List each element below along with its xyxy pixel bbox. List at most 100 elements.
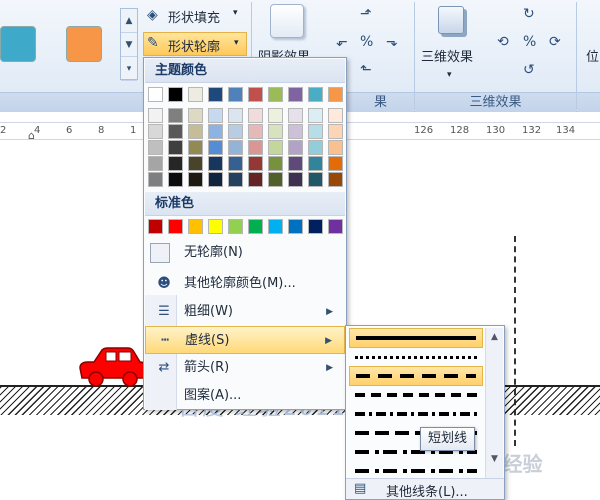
- theme-color-swatch[interactable]: [288, 87, 303, 102]
- theme-color-shade-swatch[interactable]: [208, 140, 223, 155]
- theme-color-shade-swatch[interactable]: [328, 140, 343, 155]
- theme-color-swatch[interactable]: [268, 87, 283, 102]
- gallery-more-icon[interactable]: ▾: [121, 57, 137, 81]
- theme-color-shade-swatch[interactable]: [148, 124, 163, 139]
- theme-color-shade-swatch[interactable]: [228, 156, 243, 171]
- standard-color-swatch[interactable]: [288, 219, 303, 234]
- shadow-toggle-icon[interactable]: %: [360, 34, 373, 50]
- theme-color-shade-swatch[interactable]: [148, 140, 163, 155]
- tilt-down-icon[interactable]: ↺: [523, 62, 535, 78]
- theme-color-shade-swatch[interactable]: [268, 140, 283, 155]
- tilt-up-icon[interactable]: ↻: [523, 6, 535, 22]
- theme-color-shade-swatch[interactable]: [208, 108, 223, 123]
- scroll-up-icon[interactable]: ▲: [486, 332, 503, 342]
- three-d-toggle-icon[interactable]: %: [523, 34, 536, 50]
- theme-color-shade-swatch[interactable]: [168, 108, 183, 123]
- red-car-shape[interactable]: [76, 344, 148, 388]
- theme-color-shade-swatch[interactable]: [288, 172, 303, 187]
- scroll-down-icon[interactable]: ▼: [486, 454, 503, 464]
- theme-color-shade-swatch[interactable]: [268, 124, 283, 139]
- theme-color-shade-swatch[interactable]: [168, 124, 183, 139]
- theme-color-shade-swatch[interactable]: [248, 108, 263, 123]
- theme-color-swatch[interactable]: [248, 87, 263, 102]
- theme-color-swatch[interactable]: [188, 87, 203, 102]
- theme-color-shade-swatch[interactable]: [188, 124, 203, 139]
- theme-color-swatch[interactable]: [148, 87, 163, 102]
- theme-color-shade-swatch[interactable]: [288, 124, 303, 139]
- tilt-left-icon[interactable]: ⟲: [497, 34, 509, 50]
- shadow-nudge-right-icon[interactable]: ⬎: [386, 34, 398, 50]
- theme-color-shade-swatch[interactable]: [328, 156, 343, 171]
- standard-color-swatch[interactable]: [268, 219, 283, 234]
- standard-color-swatch[interactable]: [188, 219, 203, 234]
- theme-color-swatch[interactable]: [328, 87, 343, 102]
- theme-color-shade-swatch[interactable]: [248, 156, 263, 171]
- theme-color-shade-swatch[interactable]: [308, 140, 323, 155]
- theme-color-shade-swatch[interactable]: [328, 172, 343, 187]
- theme-color-shade-swatch[interactable]: [328, 124, 343, 139]
- dash-option-round-dot[interactable]: [349, 347, 483, 367]
- theme-color-shade-swatch[interactable]: [168, 172, 183, 187]
- theme-color-swatch[interactable]: [308, 87, 323, 102]
- no-outline-item[interactable]: 无轮廓(N): [145, 239, 345, 267]
- shadow-nudge-left-icon[interactable]: ⬐: [336, 34, 348, 50]
- tilt-right-icon[interactable]: ⟳: [549, 34, 561, 50]
- standard-color-swatch[interactable]: [168, 219, 183, 234]
- theme-color-shade-swatch[interactable]: [228, 172, 243, 187]
- weight-item[interactable]: ☰ 粗细(W) ▶: [145, 298, 345, 326]
- three-d-dropdown-icon[interactable]: ▾: [447, 70, 452, 80]
- theme-color-shade-swatch[interactable]: [248, 172, 263, 187]
- shape-fill-button[interactable]: 形状填充: [168, 7, 220, 26]
- theme-color-shade-swatch[interactable]: [288, 140, 303, 155]
- theme-color-shade-swatch[interactable]: [268, 172, 283, 187]
- dash-option-dash-dot[interactable]: [349, 404, 483, 424]
- theme-color-shade-swatch[interactable]: [148, 172, 163, 187]
- theme-color-shade-swatch[interactable]: [148, 108, 163, 123]
- theme-color-shade-swatch[interactable]: [288, 108, 303, 123]
- theme-color-shade-swatch[interactable]: [308, 108, 323, 123]
- pattern-item[interactable]: 图案(A)...: [145, 382, 345, 410]
- theme-color-shade-swatch[interactable]: [228, 124, 243, 139]
- theme-color-shade-swatch[interactable]: [248, 140, 263, 155]
- dash-option-square-dot[interactable]: [349, 366, 483, 386]
- three-d-effects-icon[interactable]: [438, 6, 464, 34]
- gallery-up-icon[interactable]: ▲: [121, 9, 137, 33]
- theme-color-shade-swatch[interactable]: [168, 156, 183, 171]
- dash-option-solid[interactable]: [349, 328, 483, 348]
- standard-color-swatch[interactable]: [228, 219, 243, 234]
- more-outline-colors-item[interactable]: ☻ 其他轮廓颜色(M)...: [145, 270, 345, 298]
- shadow-effects-icon[interactable]: [270, 4, 304, 38]
- shape-style-swatch-orange[interactable]: [66, 26, 102, 62]
- theme-color-shade-swatch[interactable]: [208, 124, 223, 139]
- shape-style-swatch-blue[interactable]: [0, 26, 36, 62]
- dashes-item[interactable]: ┅ 虚线(S) ▶: [145, 326, 345, 354]
- theme-color-swatch[interactable]: [168, 87, 183, 102]
- theme-color-shade-swatch[interactable]: [188, 172, 203, 187]
- theme-color-shade-swatch[interactable]: [308, 124, 323, 139]
- dash-option-dash[interactable]: [349, 385, 483, 405]
- arrows-item[interactable]: ⇄ 箭头(R) ▶: [145, 354, 345, 382]
- more-lines-item[interactable]: ▤ 其他线条(L)...: [346, 478, 504, 500]
- theme-color-shade-swatch[interactable]: [228, 108, 243, 123]
- theme-color-shade-swatch[interactable]: [308, 172, 323, 187]
- standard-color-swatch[interactable]: [248, 219, 263, 234]
- theme-color-shade-swatch[interactable]: [268, 156, 283, 171]
- theme-color-swatch[interactable]: [228, 87, 243, 102]
- three-d-effects-button[interactable]: 三维效果: [421, 46, 473, 65]
- theme-color-shade-swatch[interactable]: [168, 140, 183, 155]
- style-gallery-scroller[interactable]: ▲ ▼ ▾: [120, 8, 138, 81]
- theme-color-swatch[interactable]: [208, 87, 223, 102]
- theme-color-shade-swatch[interactable]: [188, 108, 203, 123]
- theme-color-shade-swatch[interactable]: [208, 156, 223, 171]
- theme-color-shade-swatch[interactable]: [248, 124, 263, 139]
- gallery-down-icon[interactable]: ▼: [121, 33, 137, 57]
- theme-color-shade-swatch[interactable]: [208, 172, 223, 187]
- theme-color-shade-swatch[interactable]: [268, 108, 283, 123]
- submenu-scrollbar[interactable]: ▲ ▼: [485, 328, 503, 478]
- theme-color-shade-swatch[interactable]: [288, 156, 303, 171]
- standard-color-swatch[interactable]: [328, 219, 343, 234]
- theme-color-shade-swatch[interactable]: [148, 156, 163, 171]
- standard-color-swatch[interactable]: [308, 219, 323, 234]
- theme-color-shade-swatch[interactable]: [228, 140, 243, 155]
- shadow-nudge-down-icon[interactable]: ⬑: [360, 62, 372, 78]
